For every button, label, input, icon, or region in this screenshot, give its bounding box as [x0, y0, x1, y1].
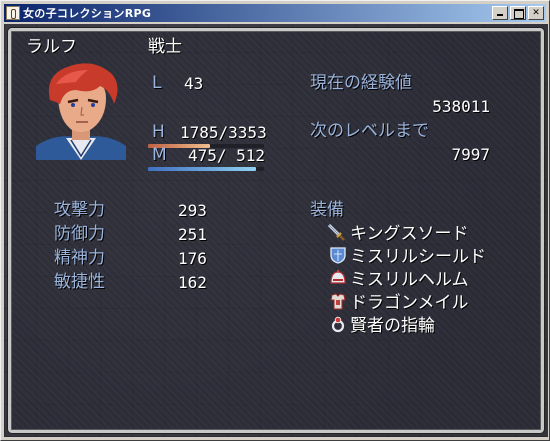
exp-current-label: 現在の経験値 [310, 73, 412, 93]
game-window: 女の子コレクションRPG ✕ ラルフ 戦士 L 43 H 1785/3353 M… [0, 0, 550, 441]
exp-current-value: 538011 [432, 97, 490, 116]
equip-item-weapon: キングスソード [350, 224, 469, 244]
exp-next-value: 7997 [451, 145, 490, 164]
hp-label: H [152, 122, 165, 142]
app-icon [6, 6, 20, 20]
game-viewport: ラルフ 戦士 L 43 H 1785/3353 M 475/ 512 現在の経験… [4, 24, 548, 437]
title-bar[interactable]: 女の子コレクションRPG ✕ [4, 4, 546, 22]
param-attack-value: 293 [178, 201, 207, 220]
maximize-button[interactable] [510, 6, 526, 20]
param-defense-value: 251 [178, 225, 207, 244]
param-defense-label: 防御力 [54, 224, 105, 244]
window-controls: ✕ [490, 6, 544, 20]
sword-icon [327, 223, 345, 241]
actor-class: 戦士 [148, 37, 182, 57]
mp-gauge-fill [148, 167, 256, 171]
param-agility-label: 敏捷性 [54, 272, 105, 292]
ring-icon [331, 316, 345, 333]
equipment-title: 装備 [310, 200, 344, 220]
param-spirit-label: 精神力 [54, 248, 105, 268]
actor-portrait [36, 63, 126, 160]
mp-label: M [152, 145, 167, 165]
armor-icon [330, 293, 346, 310]
level-label: L [152, 73, 162, 93]
actor-name: ラルフ [26, 37, 77, 57]
hp-value: 1785/3353 [180, 123, 267, 142]
mp-value: 475/ 512 [188, 146, 266, 165]
helmet-icon [330, 270, 346, 284]
equip-item-shield: ミスリルシールド [350, 247, 486, 267]
shield-icon [330, 247, 346, 264]
param-attack-label: 攻撃力 [54, 200, 105, 220]
minimize-button[interactable] [492, 6, 508, 20]
equip-item-helmet: ミスリルヘルム [350, 270, 469, 290]
exp-next-label: 次のレベルまで [310, 121, 429, 141]
window-title: 女の子コレクションRPG [23, 7, 152, 20]
param-spirit-value: 176 [178, 249, 207, 268]
close-button[interactable]: ✕ [528, 6, 544, 20]
equip-item-accessory: 賢者の指輪 [350, 316, 435, 336]
param-agility-value: 162 [178, 273, 207, 292]
equip-item-armor: ドラゴンメイル [350, 293, 469, 313]
level-value: 43 [184, 74, 204, 93]
